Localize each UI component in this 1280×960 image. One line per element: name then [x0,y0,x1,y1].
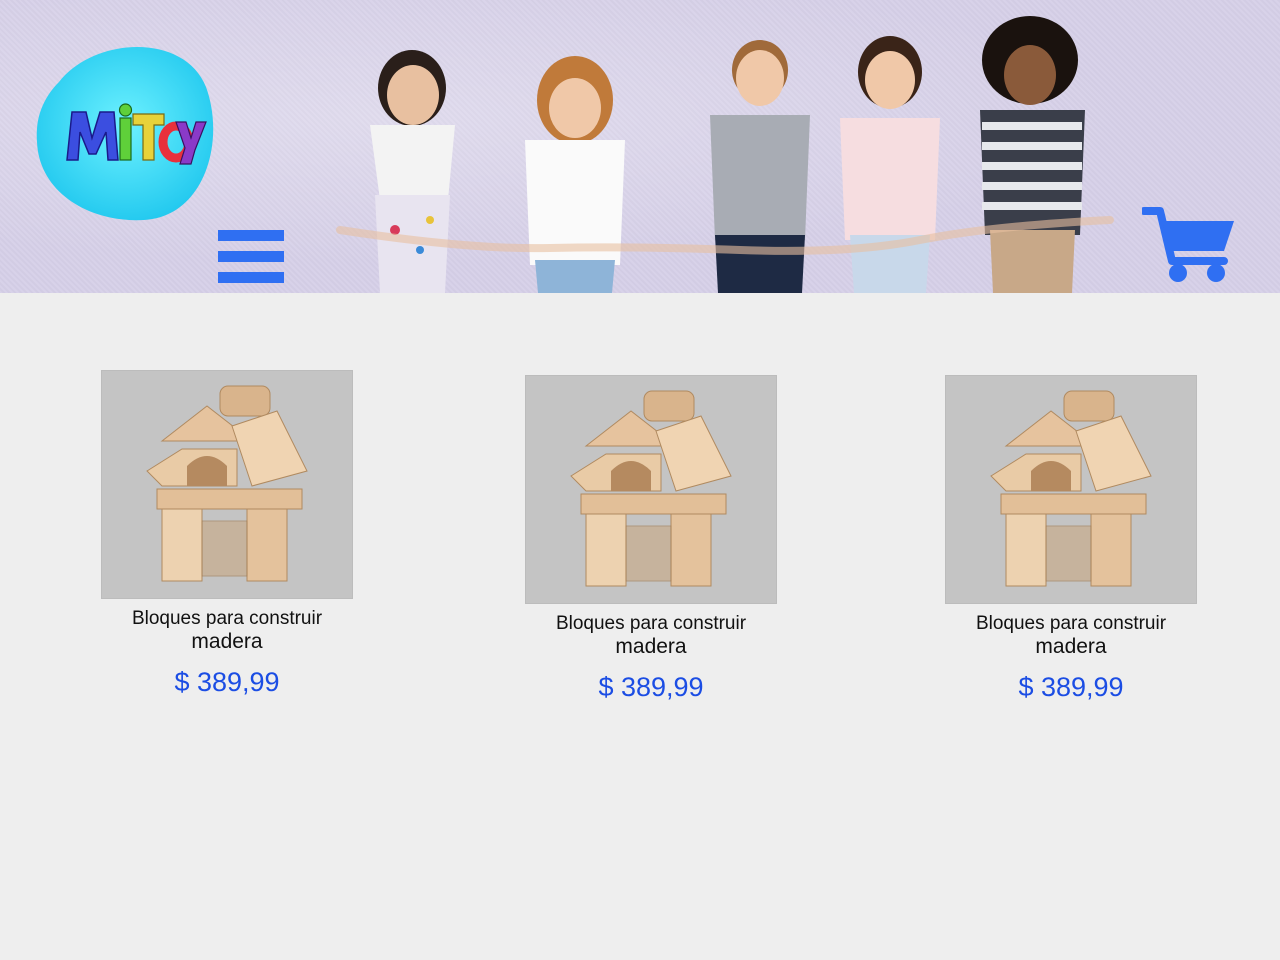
child-figure [370,50,455,293]
hero-banner [0,0,1280,293]
product-card[interactable]: Bloques para construir madera $ 389,99 [101,370,353,698]
wooden-blocks-house-illustration [570,390,732,587]
product-subtitle: madera [1035,635,1107,658]
product-image[interactable] [525,375,777,604]
hamburger-menu-icon[interactable] [218,230,284,284]
product-subtitle: madera [191,630,263,653]
child-figure [840,36,940,293]
product-card[interactable]: Bloques para construir madera $ 389,99 [945,375,1197,703]
child-figure [525,56,625,293]
product-image[interactable] [945,375,1197,604]
product-card[interactable]: Bloques para construir madera $ 389,99 [525,375,777,703]
shopping-cart-icon[interactable] [1142,205,1238,285]
mitoy-logo[interactable] [34,42,216,222]
product-price: $ 389,99 [174,667,280,697]
product-subtitle: madera [615,635,687,658]
wooden-blocks-house-illustration [146,385,308,582]
child-figure [710,40,810,293]
menu-bar [218,272,284,283]
product-title[interactable]: Bloques para construir [525,613,777,635]
menu-bar [218,230,284,241]
product-price: $ 389,99 [598,672,704,702]
product-title[interactable]: Bloques para construir [101,608,353,630]
product-title[interactable]: Bloques para construir [945,613,1197,635]
product-price: $ 389,99 [1018,672,1124,702]
menu-bar [218,251,284,262]
product-image[interactable] [101,370,353,599]
children-banner-image [336,16,1114,293]
child-figure [980,16,1085,293]
wooden-blocks-house-illustration [990,390,1152,587]
